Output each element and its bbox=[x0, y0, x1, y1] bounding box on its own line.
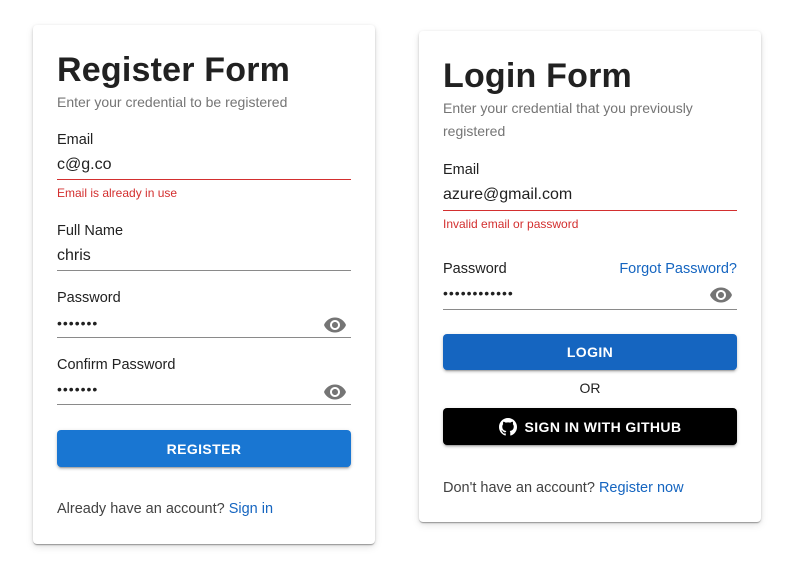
register-password-input[interactable]: ••••••• bbox=[57, 315, 98, 331]
login-email-error: Invalid email or password bbox=[443, 217, 579, 231]
register-button[interactable]: REGISTER bbox=[57, 430, 351, 467]
register-email-label: Email bbox=[57, 132, 94, 148]
github-button-label: SIGN IN WITH GITHUB bbox=[524, 418, 682, 435]
register-footer: Already have an account? Sign in bbox=[57, 501, 273, 517]
register-title: Register Form bbox=[57, 51, 291, 89]
login-subtitle-line2: registered bbox=[443, 123, 506, 139]
login-password-underline bbox=[443, 309, 737, 310]
register-subtitle: Enter your credential to be registered bbox=[57, 94, 288, 110]
login-footer-text: Don't have an account? bbox=[443, 480, 595, 496]
forgot-password-link[interactable]: Forgot Password? bbox=[619, 261, 737, 277]
login-button[interactable]: LOGIN bbox=[443, 334, 737, 370]
login-email-underline bbox=[443, 210, 737, 211]
register-confirm-underline bbox=[57, 404, 351, 405]
sign-in-link[interactable]: Sign in bbox=[229, 501, 273, 517]
login-subtitle-line1: Enter your credential that you previousl… bbox=[443, 100, 693, 116]
register-password-label: Password bbox=[57, 290, 121, 306]
eye-icon[interactable] bbox=[709, 287, 733, 303]
login-card: Login Form Enter your credential that yo… bbox=[419, 31, 761, 522]
eye-icon[interactable] bbox=[323, 317, 347, 333]
github-icon bbox=[498, 417, 517, 436]
login-email-input[interactable]: azure@gmail.com bbox=[443, 186, 572, 204]
register-fullname-input[interactable]: chris bbox=[57, 247, 91, 265]
register-confirm-input[interactable]: ••••••• bbox=[57, 381, 98, 397]
login-password-label: Password bbox=[443, 261, 507, 277]
register-fullname-underline bbox=[57, 270, 351, 271]
register-email-input[interactable]: c@g.co bbox=[57, 156, 111, 174]
register-card: Register Form Enter your credential to b… bbox=[33, 25, 375, 544]
or-divider: OR bbox=[579, 380, 601, 396]
register-password-underline bbox=[57, 337, 351, 338]
register-now-link[interactable]: Register now bbox=[599, 480, 684, 496]
register-confirm-label: Confirm Password bbox=[57, 357, 176, 373]
register-fullname-label: Full Name bbox=[57, 223, 124, 239]
login-footer: Don't have an account? Register now bbox=[443, 480, 684, 496]
eye-icon[interactable] bbox=[323, 384, 347, 400]
github-signin-button[interactable]: SIGN IN WITH GITHUB bbox=[443, 408, 737, 445]
register-footer-text: Already have an account? bbox=[57, 501, 225, 517]
login-title: Login Form bbox=[443, 57, 632, 95]
register-email-underline bbox=[57, 179, 351, 180]
login-email-label: Email bbox=[443, 162, 480, 178]
register-email-error: Email is already in use bbox=[57, 186, 178, 200]
login-password-input[interactable]: •••••••••••• bbox=[443, 285, 514, 301]
